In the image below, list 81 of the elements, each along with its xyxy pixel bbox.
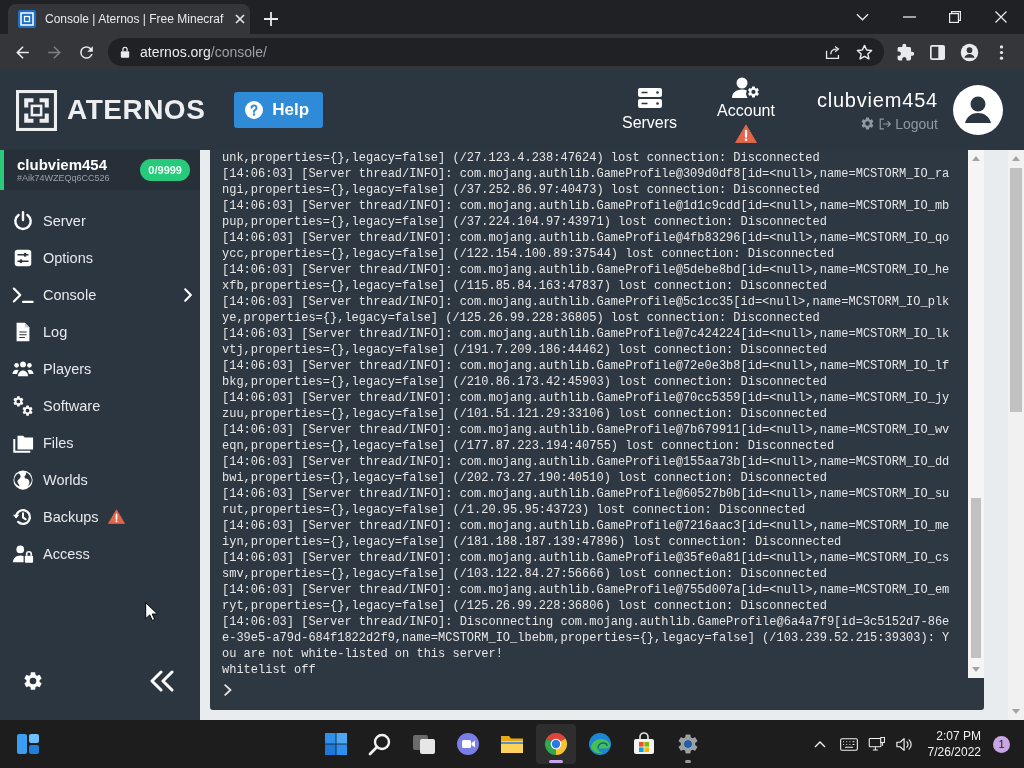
plus-icon[interactable] xyxy=(263,11,279,27)
sidebar-menu-item[interactable]: Backups xyxy=(0,498,200,535)
browser-tab[interactable]: Console | Aternos | Free Minecraf xyxy=(8,4,250,34)
log-line: [14:06:03] [Server thread/INFO]: com.mojang.authlib.GameProfile@72e0e3b8[id=<null>,name=MCSTORM_IO_lfbkg,properties={},legacy=false] (/210.86.173.42:45903) lost connection: Disconnected xyxy=(222,358,951,390)
globe-icon xyxy=(12,468,34,491)
log-line: [14:06:03] [Server thread/INFO]: com.mojang.authlib.GameProfile@755d007a[id=<null>,name=MCSTORM_IO_emryt,properties={},legacy=false] (/125.26.99.228:36806) lost connection: Disconnected xyxy=(222,582,951,614)
start-icon[interactable] xyxy=(324,732,348,756)
nav-link[interactable]: Account xyxy=(717,77,775,143)
network-icon[interactable] xyxy=(867,736,886,752)
sidebar-menu-item[interactable]: Console xyxy=(0,276,200,313)
video-chat-icon[interactable] xyxy=(456,732,480,756)
settings-icon[interactable] xyxy=(22,670,44,692)
notification-badge[interactable]: 1 xyxy=(993,735,1010,753)
star-icon[interactable] xyxy=(855,42,874,62)
gears-icon xyxy=(12,394,34,417)
log-line: [14:06:03] [Server thread/INFO]: com.mojang.authlib.GameProfile@1d1c9cdd[id=<null>,name=MCSTORM_IO_mbpup,properties={},legacy=false] (/37.224.104.97:43971) lost connection: Disconnected xyxy=(222,198,951,230)
prompt-chevron-icon xyxy=(224,684,232,696)
sidebar-menu-item[interactable]: Software xyxy=(0,387,200,424)
power-icon xyxy=(12,209,34,232)
log-line: [14:06:03] [Server thread/INFO]: com.mojang.authlib.GameProfile@155aa73b[id=<null>,name=MCSTORM_IO_ddbwi,properties={},legacy=false] (/202.73.27.190:40510) lost connection: Disconnected xyxy=(222,454,951,486)
chevron-down-icon[interactable] xyxy=(855,13,869,21)
sidebar-menu-item[interactable]: Access xyxy=(0,535,200,572)
console-scrollbar[interactable] xyxy=(968,150,984,678)
puzzle-icon[interactable] xyxy=(895,42,915,62)
keyboard-icon[interactable] xyxy=(839,736,858,752)
log-line: [14:06:03] [Server thread/INFO]: com.mojang.authlib.GameProfile@60527b0b[id=<null>,name=MCSTORM_IO_surut,properties={},legacy=false] (/1.20.95.95:43723) lost connection: Disconnected xyxy=(222,486,951,518)
server-id: #Aik74WZEQq6CC526 xyxy=(17,173,110,184)
player-count-badge: 0/9999 xyxy=(140,159,190,181)
mouse-pointer-icon xyxy=(145,602,157,621)
side-panel-icon[interactable] xyxy=(929,44,945,60)
caret-up-icon[interactable] xyxy=(813,740,826,748)
sidebar-menu-item[interactable]: Server xyxy=(0,202,200,239)
widgets-icon[interactable] xyxy=(16,732,40,756)
chrome-icon[interactable] xyxy=(544,732,568,756)
restore-icon[interactable] xyxy=(949,11,961,23)
logout-link[interactable]: Logout xyxy=(879,115,938,132)
minimize-icon[interactable] xyxy=(902,13,916,21)
log-line: [14:06:03] [Server thread/INFO]: com.mojang.authlib.GameProfile@7c424224[id=<null>,name=MCSTORM_IO_lkvtj,properties={},legacy=false] (/191.7.209.186:44462) lost connection: Disconnected xyxy=(222,326,951,358)
log-line: [14:06:03] [Server thread/INFO]: com.mojang.authlib.GameProfile@7216aac3[id=<null>,name=MCSTORM_IO_meiyn,properties={},legacy=false] (/181.188.187.139:47896) lost connection: Disconnected xyxy=(222,518,951,550)
volume-icon[interactable] xyxy=(895,736,914,752)
server-name: clubviem454 xyxy=(17,156,109,173)
log-line: unk,properties={},legacy=false] (/27.123.4.238:47624) lost connection: Disconnected xyxy=(222,150,821,166)
log-line: [14:06:03] [Server thread/INFO]: com.mojang.authlib.GameProfile@35fe0a81[id=<null>,name=MCSTORM_IO_cssmv,properties={},legacy=false] (/103.122.84.27:56666) lost connection: Disconnected xyxy=(222,550,951,582)
log-line: [14:06:03] [Server thread/INFO]: com.mojang.authlib.GameProfile@5debe8bd[id=<null>,name=MCSTORM_IO_hexfb,properties={},legacy=false] (/115.85.84.163:47837) lost connection: Disconnected xyxy=(222,262,951,294)
settings-icon[interactable] xyxy=(676,732,700,756)
logo-icon[interactable] xyxy=(16,89,57,131)
page-scrollbar[interactable] xyxy=(1008,150,1024,720)
brand-name[interactable]: ATERNOS xyxy=(67,94,206,126)
user-gear-icon xyxy=(732,77,760,99)
sidebar-menu-item[interactable]: Files xyxy=(0,424,200,461)
double-chevron-icon[interactable] xyxy=(149,670,175,692)
edge-icon[interactable] xyxy=(588,732,612,756)
nav-link[interactable]: Servers xyxy=(621,88,678,132)
address-bar[interactable]: aternos.org/console/ xyxy=(108,38,884,66)
sidebar-menu-item[interactable]: Log xyxy=(0,313,200,350)
sidebar-menu-item[interactable]: Players xyxy=(0,350,200,387)
share-icon[interactable] xyxy=(824,43,841,61)
clock-button[interactable]: 2:07 PM 7/26/2022 xyxy=(923,728,985,760)
logout-icon xyxy=(879,117,893,130)
log-line: [14:06:03] [Server thread/INFO]: com.mojang.authlib.GameProfile@5c1cc35[id=<null>,name=MCSTORM_IO_plkye,properties={},legacy=false] (/125.26.99.228:36805) lost connection: Disconnected xyxy=(222,294,951,326)
task-view-icon[interactable] xyxy=(412,732,436,756)
store-bag-icon[interactable] xyxy=(632,732,656,756)
close-icon[interactable] xyxy=(995,11,1007,23)
taskbar-button[interactable] xyxy=(536,724,576,764)
lock-icon xyxy=(120,46,130,58)
log-line: [14:06:03] [Server thread/INFO]: com.mojang.authlib.GameProfile@309d0df8[id=<null>,name=MCSTORM_IO_rangi,properties={},legacy=false] (/37.252.86.97:40473) lost connection: Disconnected xyxy=(222,166,951,198)
log-line: [14:06:03] [Server thread/INFO]: Disconnecting com.mojang.authlib.GameProfile@6a4a7f9[id=3c5152d7-86ee-39e5-a79d-684f1822d2f9,name=MCSTORM_IO_lbebm,properties={},legacy=false] (/103.239.52.215:39303): You are not white-listed on this server! xyxy=(222,614,951,662)
server-stack-icon xyxy=(637,88,662,108)
sidebar-menu-item[interactable]: Options xyxy=(0,239,200,276)
log-line: whitelist off xyxy=(222,662,317,678)
question-icon xyxy=(245,101,264,119)
search-icon[interactable] xyxy=(368,732,392,756)
favicon-icon xyxy=(18,10,36,28)
profile-icon[interactable] xyxy=(959,42,979,62)
sidebar-menu-item[interactable]: Worlds xyxy=(0,461,200,498)
username: clubviem454 xyxy=(816,88,938,112)
help-button[interactable]: Help xyxy=(234,92,324,128)
log-line: [14:06:03] [Server thread/INFO]: com.mojang.authlib.GameProfile@7b679911[id=<null>,name=MCSTORM_IO_wveqn,properties={},legacy=false] (/177.87.223.194:40755) lost connection: Disconnected xyxy=(222,422,951,454)
log-line: [14:06:03] [Server thread/INFO]: com.mojang.authlib.GameProfile@4fb83296[id=<null>,name=MCSTORM_IO_qoycc,properties={},legacy=false] (/122.154.100.89:37544) lost connection: Disconnected xyxy=(222,230,951,262)
log-line: [14:06:03] [Server thread/INFO]: com.mojang.authlib.GameProfile@70cc5359[id=<null>,name=MCSTORM_IO_jyzuu,properties={},legacy=false] (/101.51.121.29:33106) lost connection: Disconnected xyxy=(222,390,951,422)
avatar-icon[interactable] xyxy=(953,85,1003,135)
